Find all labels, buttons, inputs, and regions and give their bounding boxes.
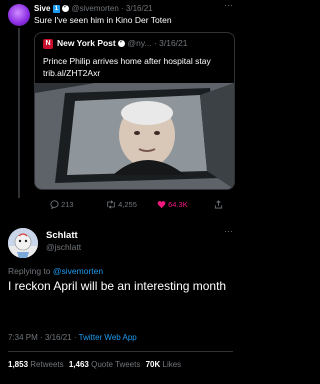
tweet-source[interactable]: Twitter Web App: [79, 333, 137, 342]
quote-tweets-stat[interactable]: 1,463 Quote Tweets: [69, 360, 140, 369]
separator-dot: ·: [40, 333, 43, 342]
divider: [8, 351, 233, 352]
author-name[interactable]: Schlatt: [46, 230, 78, 241]
separator-dot: ·: [153, 38, 157, 48]
tweet-date[interactable]: 3/16/21: [45, 333, 72, 342]
quoted-text: Prince Philip arrives home after hospita…: [43, 56, 211, 78]
reply-tweet-header: Sive 1 @sivemorten · 3/16/21: [34, 3, 153, 13]
likes-stat[interactable]: 70K Likes: [146, 360, 182, 369]
quote-tweets-label: Quote Tweets: [91, 360, 141, 369]
tweet-meta: 7:34 PM · 3/16/21 · Twitter Web App: [8, 333, 137, 342]
retweet-count: 4,255: [118, 200, 137, 209]
retweets-label: Retweets: [30, 360, 64, 369]
avatar[interactable]: [8, 4, 30, 26]
retweet-icon: [107, 200, 115, 209]
verified-badge-icon: [62, 3, 70, 12]
quoted-author-name: New York Post: [57, 38, 116, 48]
reply-count: 213: [61, 200, 74, 209]
tweet-text: I reckon April will be an interesting mo…: [8, 279, 227, 293]
car-photo-illustration: [35, 83, 234, 189]
like-count: 64.3K: [168, 200, 188, 209]
author-handle[interactable]: @jschlatt: [46, 242, 81, 252]
replying-to-link[interactable]: @sivemorten: [53, 266, 103, 276]
share-action[interactable]: [214, 200, 223, 209]
retweets-count: 1,853: [8, 360, 29, 369]
retweet-action[interactable]: 4,255: [106, 200, 137, 209]
quoted-author-handle: @ny...: [127, 38, 152, 48]
quoted-photo[interactable]: [35, 83, 234, 189]
author-handle[interactable]: @sivemorten: [72, 4, 119, 13]
heart-filled-icon: [157, 201, 166, 209]
replying-to: Replying to @sivemorten: [8, 266, 103, 276]
tweet-time[interactable]: 7:34 PM: [8, 333, 38, 342]
quoted-tweet-card[interactable]: N New York Post @ny... · 3/16/21 Prince …: [34, 32, 235, 190]
likes-count: 70K: [145, 360, 161, 369]
thread-line: [18, 28, 20, 198]
likes-label: Likes: [162, 360, 182, 369]
verified-badge-icon: [118, 38, 126, 47]
tweet-date[interactable]: 3/16/21: [126, 4, 153, 13]
avatar-illustration: [8, 228, 38, 258]
avatar[interactable]: [8, 228, 38, 258]
author-name[interactable]: Sive: [34, 4, 50, 13]
like-action[interactable]: 64.3K: [157, 200, 188, 209]
more-options-icon[interactable]: ···: [224, 226, 233, 236]
quoted-date: 3/16/21: [159, 38, 188, 48]
more-options-icon[interactable]: ···: [224, 0, 233, 10]
retweets-stat[interactable]: 1,853 Retweets: [8, 360, 64, 369]
share-icon: [214, 200, 223, 209]
replying-to-label: Replying to: [8, 266, 51, 276]
reply-action[interactable]: 213: [50, 200, 74, 210]
nypost-logo-icon: N: [43, 39, 53, 49]
separator-dot: ·: [121, 4, 124, 13]
tweet-stats: 1,853 Retweets 1,463 Quote Tweets 70K Li…: [8, 360, 181, 369]
tweet-text: Sure I've seen him in Kino Der Toten: [34, 15, 172, 25]
quoted-header: New York Post @ny... · 3/16/21: [57, 38, 188, 48]
quote-tweets-count: 1,463: [68, 360, 89, 369]
reply-icon: [50, 200, 59, 210]
keycap-one-icon: 1: [52, 5, 61, 13]
separator-dot: ·: [73, 333, 77, 342]
